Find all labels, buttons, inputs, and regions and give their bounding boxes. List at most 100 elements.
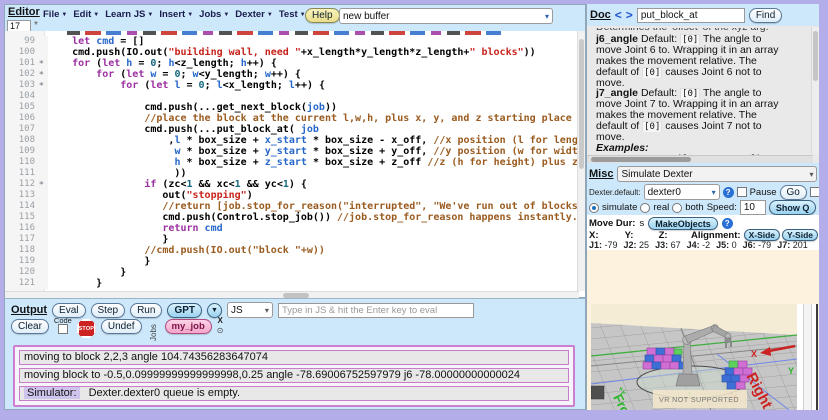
- doc-back-icon[interactable]: <: [615, 8, 622, 22]
- menu-insert[interactable]: Insert▼: [159, 9, 193, 20]
- fold-marker[interactable]: [39, 146, 48, 157]
- job-button-my-job[interactable]: my_job: [165, 319, 212, 334]
- fold-marker[interactable]: [39, 168, 48, 179]
- job-close-icon[interactable]: X: [217, 317, 222, 325]
- code-line[interactable]: 106 //place the block at the current l,w…: [5, 113, 579, 124]
- code-line[interactable]: 101* for (let h = 0; h<z_length; h++) {: [5, 58, 579, 69]
- info-icon[interactable]: ?: [723, 187, 734, 198]
- fold-marker[interactable]: [39, 135, 48, 146]
- fold-marker[interactable]: [39, 36, 48, 47]
- show-q-button[interactable]: Show Q: [769, 200, 817, 215]
- run-button[interactable]: Run: [130, 303, 162, 318]
- code-line[interactable]: 108 ,l * box_size + x_start * box_size -…: [5, 135, 579, 146]
- simulator-scrollbar[interactable]: [803, 304, 812, 410]
- fold-marker[interactable]: *: [39, 69, 48, 80]
- fold-marker[interactable]: [39, 256, 48, 267]
- fold-marker[interactable]: [39, 234, 48, 245]
- output-message: moving to block 2,2,3 angle 104.74356283…: [19, 350, 569, 365]
- code-line[interactable]: 116 return cmd: [5, 223, 579, 234]
- menu-test[interactable]: Test▼: [279, 9, 306, 20]
- fold-marker[interactable]: [39, 201, 48, 212]
- menu-jobs[interactable]: Jobs▼: [199, 9, 229, 20]
- fold-marker[interactable]: [39, 47, 48, 58]
- menu-file[interactable]: File▼: [43, 9, 67, 20]
- editor-title-link[interactable]: Editor: [8, 6, 40, 18]
- code-checkbox[interactable]: [58, 324, 68, 334]
- dexter-default-select[interactable]: dexter0 ▾: [644, 184, 720, 200]
- speed-input[interactable]: [740, 200, 766, 215]
- code-line[interactable]: 114 //return [job.stop_for_reason("inter…: [5, 201, 579, 212]
- scrollbar-thumb[interactable]: [579, 39, 584, 169]
- fold-marker[interactable]: [39, 113, 48, 124]
- code-line[interactable]: 118 //cmd.push(IO.out("block "+w)): [5, 245, 579, 256]
- code-line[interactable]: 115 cmd.push(Control.stop_job()) //job.s…: [5, 212, 579, 223]
- buffer-select[interactable]: new buffer ▾: [339, 8, 553, 24]
- code-line[interactable]: 113 out("stopping"): [5, 190, 579, 201]
- real-radio[interactable]: [640, 203, 650, 213]
- code-line[interactable]: 120 }: [5, 267, 579, 278]
- stop-icon[interactable]: STOP: [77, 319, 96, 338]
- scrollbar-thumb[interactable]: [813, 31, 818, 81]
- fold-marker[interactable]: *: [39, 80, 48, 91]
- code-line[interactable]: 107 cmd.push(...put_block_at( job: [5, 124, 579, 135]
- language-select[interactable]: JS ▾: [227, 302, 273, 318]
- code-line[interactable]: 109 w * box_size + y_start * box_size + …: [5, 146, 579, 157]
- code-line[interactable]: 117 }: [5, 234, 579, 245]
- fold-marker[interactable]: [39, 102, 48, 113]
- both-radio[interactable]: [672, 203, 682, 213]
- eval-input[interactable]: [278, 303, 474, 318]
- fold-marker[interactable]: [39, 212, 48, 223]
- line-number: 102: [5, 69, 39, 80]
- misc-title-link[interactable]: Misc: [589, 168, 613, 180]
- fold-marker[interactable]: [39, 190, 48, 201]
- code-line[interactable]: 100 cmd.push(IO.out("building wall, need…: [5, 47, 579, 58]
- simulator-canvas[interactable]: X Y Y +Y Front -X Right VR NOT SUPPORTED: [591, 304, 797, 410]
- doc-title-link[interactable]: Doc: [590, 9, 611, 21]
- code-editor[interactable]: 99 let cmd = []100 cmd.push(IO.out("buil…: [5, 31, 579, 291]
- pause-checkbox[interactable]: [737, 187, 747, 197]
- code-line[interactable]: 111 )): [5, 168, 579, 179]
- menu-dexter[interactable]: Dexter▼: [235, 9, 273, 20]
- go-button[interactable]: Go: [780, 185, 807, 200]
- fold-marker[interactable]: [39, 124, 48, 135]
- clear-button[interactable]: Clear: [11, 319, 49, 334]
- code-lines[interactable]: 99 let cmd = []100 cmd.push(IO.out("buil…: [5, 36, 579, 289]
- code-line[interactable]: 110 h * box_size + z_start * box_size + …: [5, 157, 579, 168]
- doc-vertical-scrollbar[interactable]: [811, 27, 819, 154]
- code-line[interactable]: 119 }: [5, 256, 579, 267]
- find-button[interactable]: Find: [749, 8, 782, 23]
- fold-marker[interactable]: *: [39, 179, 48, 190]
- gpt-button[interactable]: GPT: [167, 303, 202, 318]
- fold-marker[interactable]: [39, 91, 48, 102]
- scrollbar-thumb[interactable]: [591, 157, 691, 162]
- job-status-icon[interactable]: ⊙: [217, 327, 224, 335]
- code-line[interactable]: 102* for (let w = 0; w<y_length; w++) {: [5, 69, 579, 80]
- info-icon[interactable]: ?: [722, 218, 733, 229]
- editor-vertical-scrollbar[interactable]: [577, 31, 585, 291]
- expand-checkbox[interactable]: [810, 187, 819, 197]
- code-line[interactable]: 99 let cmd = []: [5, 36, 579, 47]
- joint-readouts: J1: -79J2: 25J3: 67J4: -2J5: 0J6: -79J7:…: [589, 240, 818, 250]
- simulate-radio[interactable]: [589, 203, 599, 213]
- line-number: 108: [5, 135, 39, 146]
- menu-learn-js[interactable]: Learn JS▼: [105, 9, 153, 20]
- help-button[interactable]: Help: [305, 8, 340, 23]
- fold-marker[interactable]: [39, 223, 48, 234]
- undef-button[interactable]: Undef: [101, 319, 142, 334]
- fold-marker[interactable]: *: [39, 58, 48, 69]
- step-button[interactable]: Step: [91, 303, 126, 318]
- misc-mode-select[interactable]: Simulate Dexter ▾: [617, 166, 817, 182]
- fold-marker[interactable]: [39, 278, 48, 289]
- output-title-link[interactable]: Output: [11, 304, 47, 316]
- code-line[interactable]: 104: [5, 91, 579, 102]
- fold-marker[interactable]: [39, 245, 48, 256]
- doc-forward-icon[interactable]: >: [626, 8, 633, 22]
- code-line[interactable]: 103* for (let l = 0; l<x_length; l++) {: [5, 80, 579, 91]
- fold-marker[interactable]: [39, 267, 48, 278]
- code-line[interactable]: 121 }: [5, 278, 579, 289]
- fold-marker[interactable]: [39, 157, 48, 168]
- code-line[interactable]: 112* if (zc<1 && xc<1 && yc<1) {: [5, 179, 579, 190]
- doc-search-input[interactable]: [637, 8, 745, 23]
- menu-edit[interactable]: Edit▼: [73, 9, 99, 20]
- code-line[interactable]: 105 cmd.push(...get_next_block(job)): [5, 102, 579, 113]
